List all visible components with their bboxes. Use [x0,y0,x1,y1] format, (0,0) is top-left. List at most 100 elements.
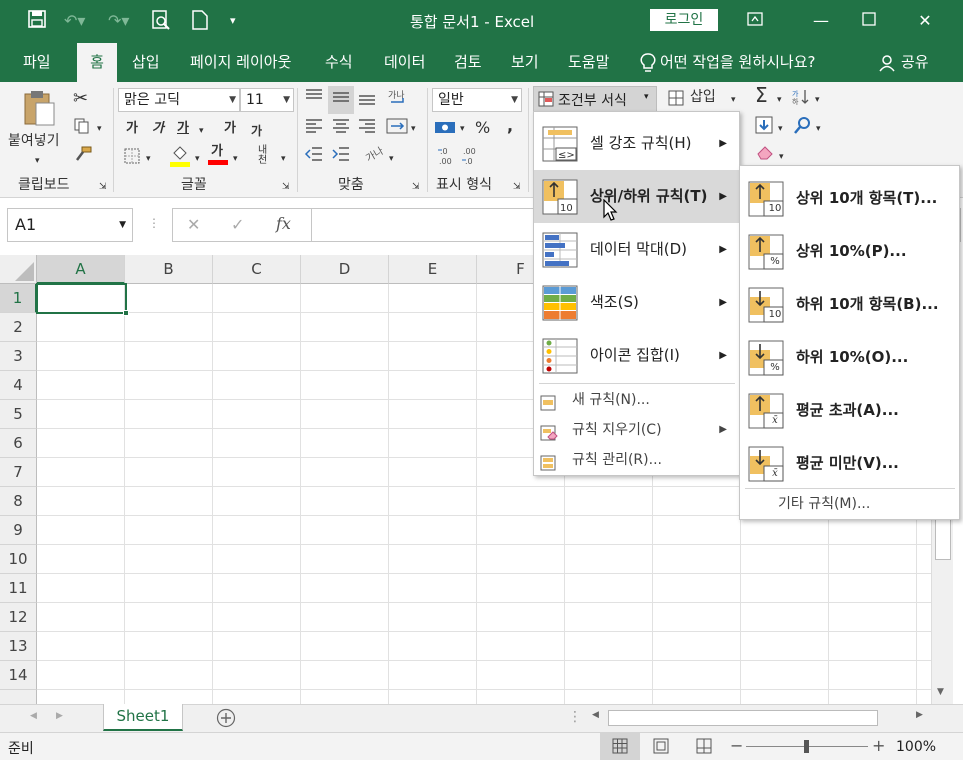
sheet-prev-icon[interactable]: ◀ [30,711,37,721]
column-header[interactable]: C [213,255,301,284]
sort-dropdown-icon[interactable]: ▾ [815,91,820,109]
align-right-icon[interactable] [357,118,377,140]
row-header[interactable]: 6 [0,429,37,458]
align-left-icon[interactable] [304,118,324,140]
bold-button[interactable]: 가 [126,120,138,138]
tab-home[interactable]: 홈 [77,43,117,82]
align-top-icon[interactable] [304,88,324,112]
page-break-icon[interactable] [696,738,712,758]
row-header[interactable]: 14 [0,661,37,690]
row-header[interactable]: 2 [0,313,37,342]
font-color-button[interactable]: 가 [208,144,228,165]
row-header[interactable]: 13 [0,632,37,661]
insert-dropdown-icon[interactable]: ▾ [731,91,736,109]
print-preview-icon[interactable] [152,10,170,36]
row-header[interactable]: 12 [0,603,37,632]
currency-icon[interactable] [434,119,456,141]
normal-view-icon[interactable] [600,733,640,760]
menu-item-bottom-10-items[interactable]: 10 하위 10개 항목(B)... [740,278,959,331]
ribbon-display-icon[interactable] [740,8,770,34]
menu-item-manage-rules[interactable]: 규칙 관리(R)... [534,445,739,475]
add-sheet-icon[interactable] [216,708,236,732]
zoom-level[interactable]: 100% [896,739,936,755]
undo-icon[interactable]: ↶▾ [64,10,85,32]
row-header[interactable]: 7 [0,458,37,487]
cancel-icon[interactable]: ✕ [187,215,200,234]
italic-button[interactable]: 가 [152,120,164,138]
zoom-slider[interactable] [746,740,868,753]
tab-insert[interactable]: 삽입 [124,43,168,82]
number-format-combo[interactable]: 일반 ▼ [432,88,522,112]
tab-data[interactable]: 데이터 [376,43,433,82]
clear-dropdown-icon[interactable]: ▾ [779,148,784,166]
menu-item-color-scales[interactable]: 색조(S) ▶ [534,276,739,329]
underline-button[interactable]: 가 [177,120,189,138]
font-name-combo[interactable]: 맑은 고딕 ▼ [118,88,240,112]
align-middle-icon[interactable] [328,86,354,114]
row-header[interactable]: 3 [0,342,37,371]
orientation-dropdown-icon[interactable]: ▾ [389,150,394,168]
fill-color-icon[interactable] [170,145,190,173]
sheet-next-icon[interactable]: ▶ [56,711,63,721]
paste-icon[interactable] [22,89,56,131]
column-header[interactable]: E [389,255,477,284]
percent-button[interactable]: % [475,119,490,137]
save-icon[interactable] [28,10,46,34]
menu-item-highlight-cells-rules[interactable]: ≤> 셀 강조 규칙(H) ▶ [534,117,739,170]
scroll-right-icon[interactable]: ▶ [916,710,923,720]
align-center-icon[interactable] [331,118,351,140]
paste-button[interactable]: 붙여넣기 [8,132,60,150]
page-layout-icon[interactable] [653,738,669,758]
number-launcher-icon[interactable]: ⇲ [513,178,521,196]
select-all-corner[interactable] [0,255,37,284]
menu-item-above-average[interactable]: x̄ 평균 초과(A)... [740,384,959,437]
selected-cell-a1[interactable] [36,283,127,314]
menu-item-top-10-percent[interactable]: % 상위 10%(P)... [740,225,959,278]
redo-icon[interactable]: ↷▾ [108,10,129,32]
comma-button[interactable]: , [507,117,513,135]
sort-filter-icon[interactable]: 가하 [792,88,810,112]
insert-cells-icon[interactable] [668,90,684,112]
column-header[interactable]: B [125,255,213,284]
fill-dropdown-icon[interactable]: ▾ [778,120,783,138]
shrink-font-button[interactable]: 가 [251,122,262,140]
insert-cells-button[interactable]: 삽입 [690,88,716,106]
orientation-icon[interactable]: 가나 [364,144,386,168]
cut-icon[interactable]: ✂ [73,90,88,108]
menu-item-icon-sets[interactable]: 아이콘 집합(I) ▶ [534,329,739,382]
row-header[interactable]: 8 [0,487,37,516]
row-header[interactable]: 4 [0,371,37,400]
alignment-launcher-icon[interactable]: ⇲ [412,178,420,196]
wrap-text-icon[interactable]: 가나 [388,88,408,112]
scroll-left-icon[interactable]: ◀ [592,710,599,720]
decrease-decimal-button[interactable]: .00.0 [462,146,480,169]
find-select-icon[interactable] [794,116,812,140]
phonetic-dropdown-icon[interactable]: ▾ [281,150,286,168]
clipboard-launcher-icon[interactable]: ⇲ [99,178,107,196]
insert-function-icon[interactable]: fx [276,214,291,233]
formula-bar-handle[interactable]: ⋮ [148,216,160,230]
tab-help[interactable]: 도움말 [560,43,617,82]
menu-item-below-average[interactable]: x̄ 평균 미만(V)... [740,437,959,490]
align-bottom-icon[interactable] [357,88,377,112]
menu-item-new-rule[interactable]: 새 규칙(N)... [534,385,739,415]
menu-item-top-10-items[interactable]: 10 상위 10개 항목(T)... [740,172,959,225]
menu-item-top-bottom-rules[interactable]: 10 상위/하위 규칙(T) ▶ [534,170,739,223]
horizontal-scrollbar[interactable]: ◀ ▶ [588,709,930,727]
merge-dropdown-icon[interactable]: ▾ [411,120,416,138]
phonetic-button[interactable]: 내천 [258,146,276,166]
share-button[interactable]: 공유 [893,43,937,82]
row-header[interactable]: 10 [0,545,37,574]
underline-dropdown-icon[interactable]: ▾ [199,122,204,140]
tab-review[interactable]: 검토 [446,43,490,82]
font-launcher-icon[interactable]: ⇲ [282,178,290,196]
fill-handle[interactable] [123,310,129,316]
scroll-down-icon[interactable]: ▼ [937,687,944,697]
zoom-in-icon[interactable]: + [872,736,885,755]
menu-item-bottom-10-percent[interactable]: % 하위 10%(O)... [740,331,959,384]
scroll-thumb[interactable] [935,515,951,560]
clear-icon[interactable] [755,144,775,166]
row-header[interactable]: 9 [0,516,37,545]
customize-qat-icon[interactable]: ▾ [230,10,236,32]
grow-font-button[interactable]: 가 [224,120,236,138]
